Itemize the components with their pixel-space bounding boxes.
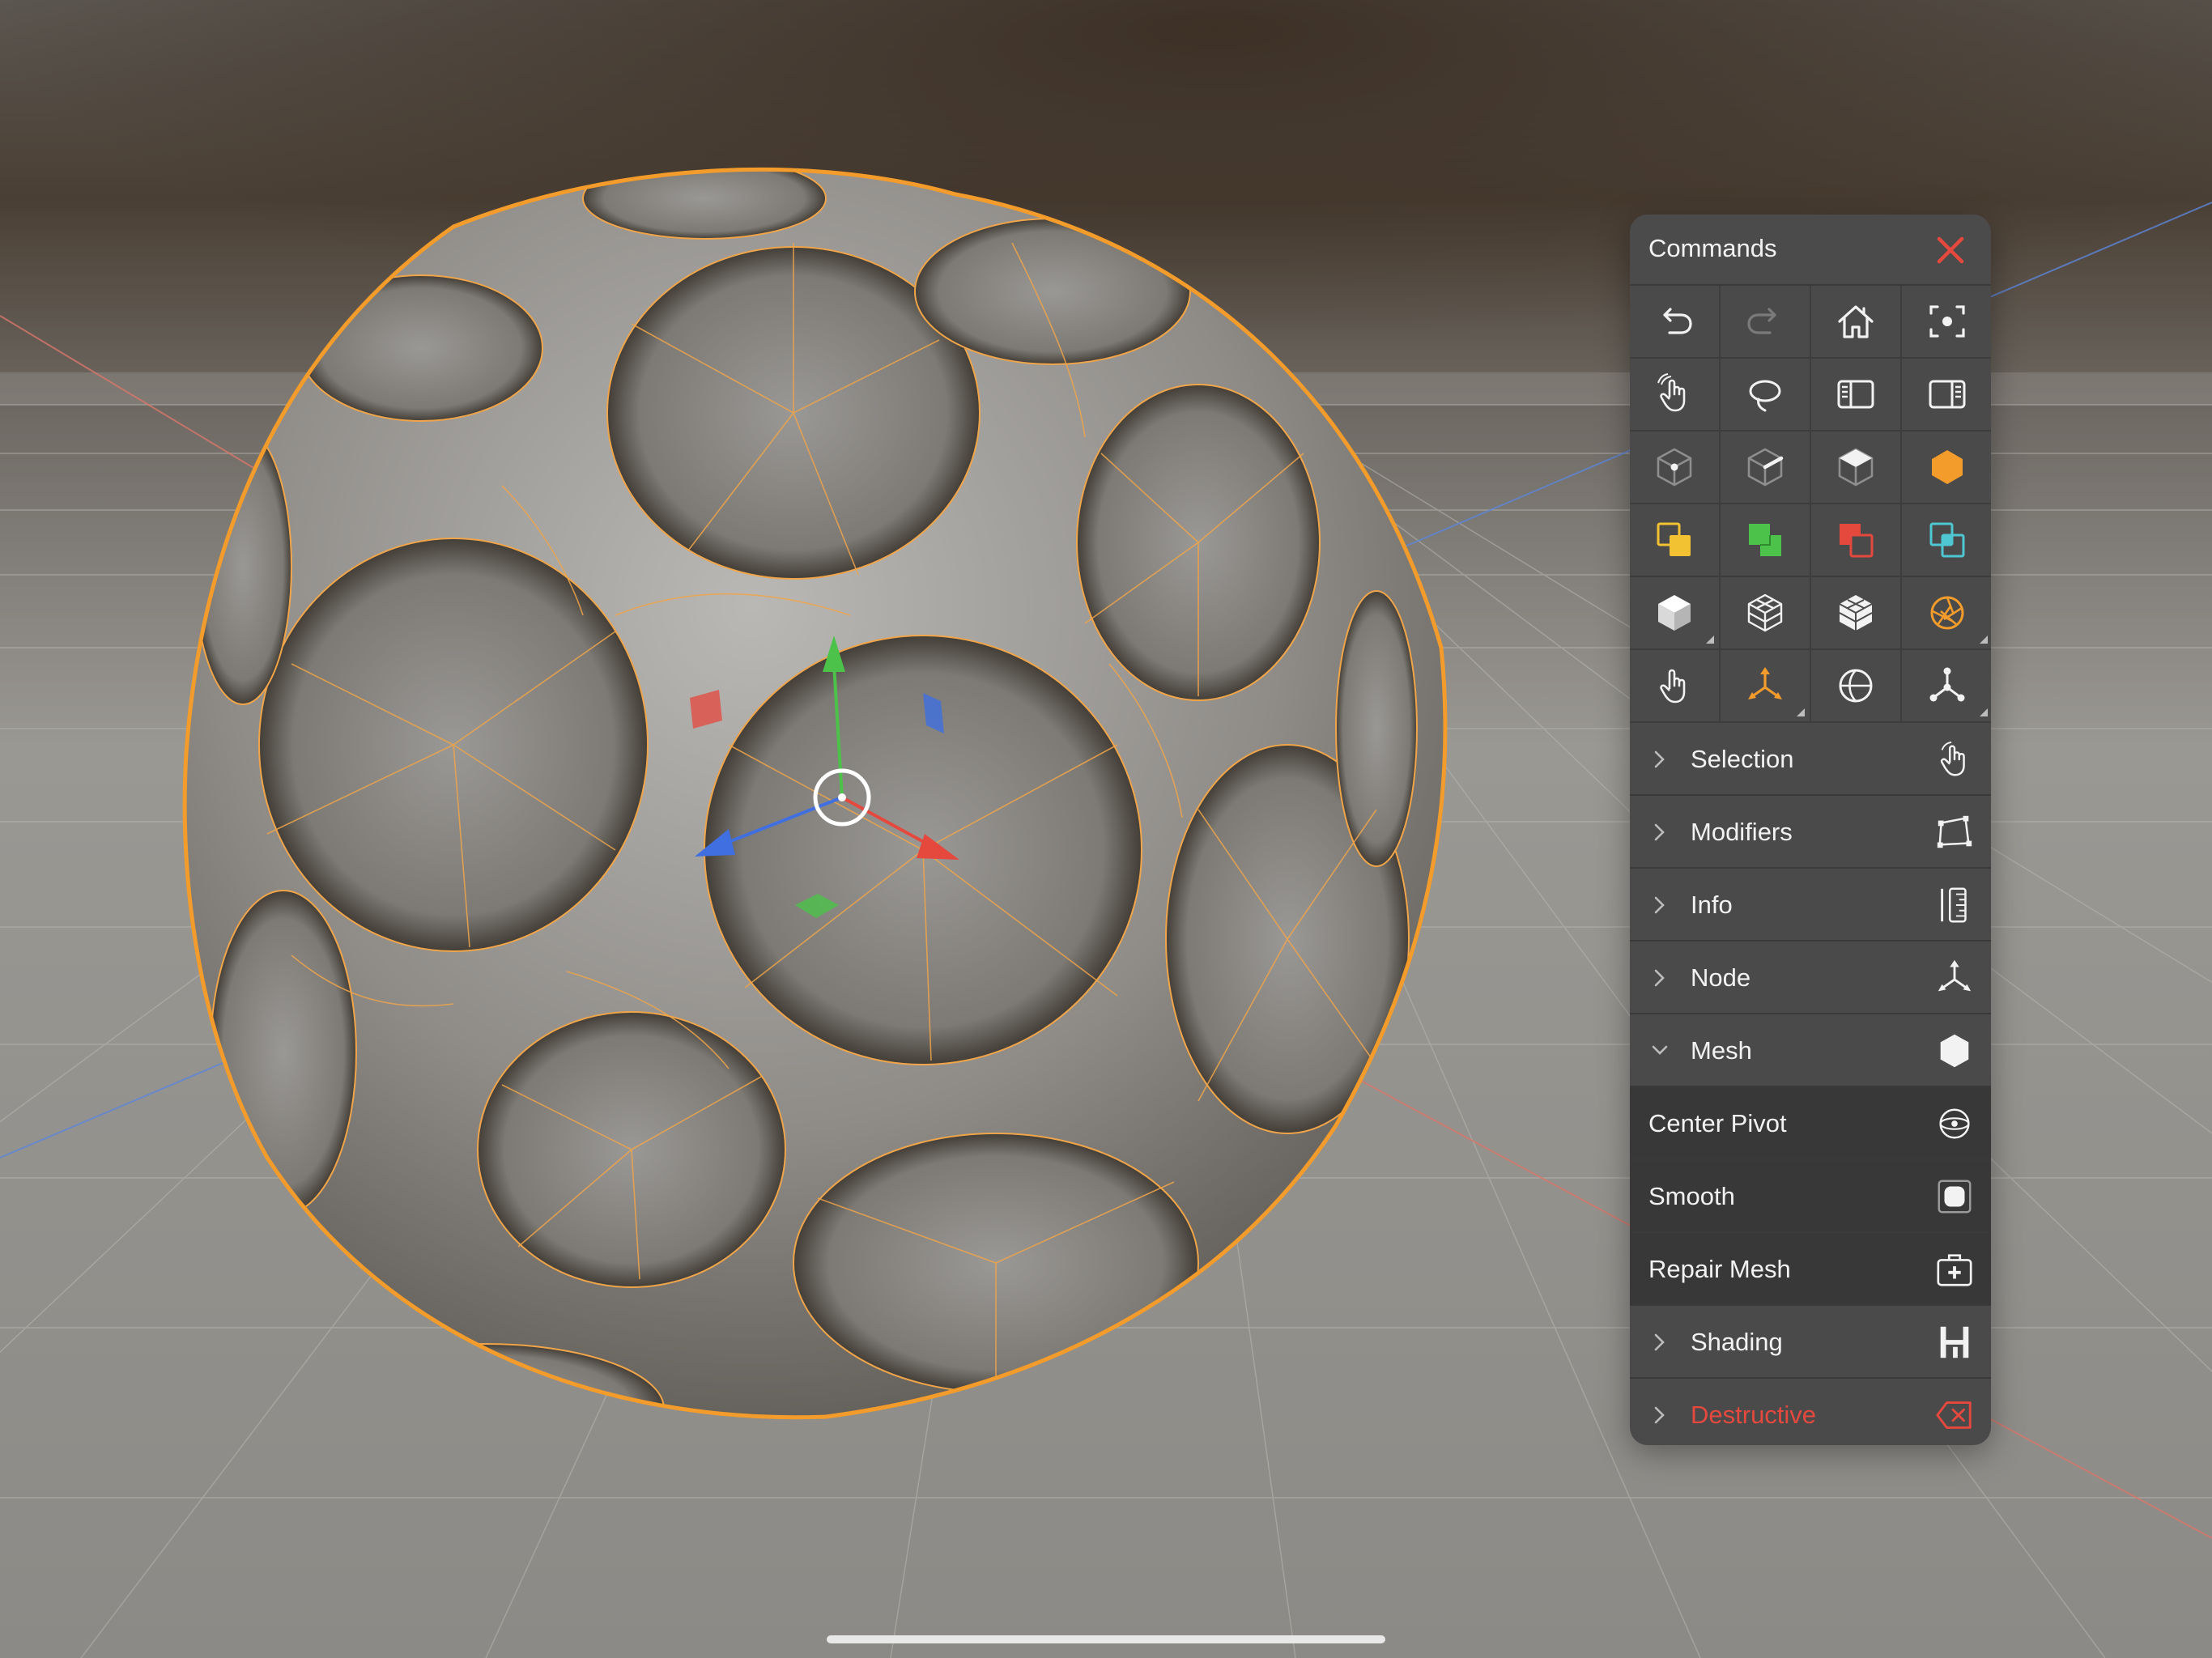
chevron-right-icon (1654, 750, 1665, 768)
section-shading[interactable]: Shading (1630, 1306, 1991, 1379)
touch-select-icon (1940, 741, 1965, 776)
cube-shaded-icon (1839, 595, 1873, 631)
cube-solid-icon (1658, 595, 1691, 631)
modifier-lattice-icon (1937, 815, 1972, 848)
undo-button[interactable] (1630, 286, 1721, 359)
left-panel-icon (1837, 380, 1874, 409)
mesh-item-smooth[interactable]: Smooth (1630, 1160, 1991, 1233)
face-mode-icon (1838, 448, 1874, 487)
face-mode-button[interactable] (1811, 432, 1902, 504)
delete-backspace-icon (1936, 1401, 1972, 1429)
touch-select-icon (1657, 373, 1686, 412)
chevron-right-icon (1654, 969, 1665, 987)
close-icon[interactable] (1931, 231, 1970, 270)
home-view-button[interactable] (1811, 286, 1902, 359)
shaded-cube-button[interactable] (1811, 577, 1902, 650)
vertex-mode-icon (1657, 448, 1692, 487)
world-space-button[interactable] (1811, 650, 1902, 723)
cube-wire-icon (1747, 593, 1783, 632)
left-panel-button[interactable] (1811, 359, 1902, 432)
transform-gizmo-icon (1748, 667, 1782, 699)
section-selection[interactable]: Selection (1630, 723, 1991, 796)
first-aid-kit-icon (1937, 1254, 1972, 1286)
boolean-union-button[interactable] (1630, 504, 1721, 577)
section-label: Selection (1691, 745, 1794, 773)
chevron-right-icon (1654, 1406, 1665, 1424)
command-toolbar-grid (1630, 286, 1991, 723)
node-graph-icon (1929, 667, 1965, 702)
wireframe-cube-button[interactable] (1721, 577, 1811, 650)
center-pivot-icon (1939, 1108, 1970, 1139)
menu-item-label: Smooth (1648, 1182, 1735, 1210)
boolean-union-icon (1657, 522, 1691, 556)
vertex-mode-button[interactable] (1630, 432, 1721, 504)
section-modifiers[interactable]: Modifiers (1630, 796, 1991, 869)
section-label: Modifiers (1691, 818, 1793, 846)
boolean-merge-button[interactable] (1721, 504, 1811, 577)
mesh-item-center-pivot[interactable]: Center Pivot (1630, 1087, 1991, 1160)
boolean-intersect-icon (1929, 522, 1965, 558)
submenu-indicator (1980, 636, 1988, 644)
section-label: Info (1691, 891, 1733, 919)
globe-icon (1839, 669, 1873, 703)
section-label: Shading (1691, 1328, 1783, 1356)
menu-item-label: Repair Mesh (1648, 1255, 1791, 1283)
panel-header: Commands (1630, 215, 1991, 286)
shading-icon (1940, 1326, 1969, 1358)
node-graph-button[interactable] (1902, 650, 1991, 723)
boolean-merge-icon (1749, 524, 1781, 556)
chevron-right-icon (1654, 896, 1665, 914)
smooth-icon (1938, 1180, 1972, 1214)
chevron-down-icon (1652, 1045, 1668, 1055)
redo-button[interactable] (1721, 286, 1811, 359)
ruler-icon (1941, 887, 1967, 923)
boolean-intersect-button[interactable] (1902, 504, 1991, 577)
section-mesh[interactable]: Mesh (1630, 1014, 1991, 1087)
commands-panel: Commands Selection Modifiers Info Node M… (1630, 215, 1991, 1445)
touch-hand-button[interactable] (1630, 650, 1721, 723)
hexagon-icon (1940, 1034, 1969, 1068)
snap-aperture-icon (1930, 596, 1964, 630)
mesh-item-repair-mesh[interactable]: Repair Mesh (1630, 1233, 1991, 1306)
edge-mode-button[interactable] (1721, 432, 1811, 504)
object-mode-icon (1932, 450, 1963, 484)
menu-item-label: Center Pivot (1648, 1109, 1787, 1137)
undo-icon (1663, 308, 1692, 334)
touch-select-button[interactable] (1630, 359, 1721, 432)
transform-tool-button[interactable] (1721, 650, 1811, 723)
add-primitive-button[interactable] (1630, 577, 1721, 650)
axes-icon (1938, 959, 1972, 992)
section-label: Mesh (1691, 1036, 1752, 1065)
section-destructive[interactable]: Destructive (1630, 1379, 1991, 1445)
home-icon (1838, 305, 1874, 338)
lasso-select-button[interactable] (1721, 359, 1811, 432)
frame-selection-icon (1929, 305, 1965, 338)
submenu-indicator (1706, 636, 1714, 644)
section-node[interactable]: Node (1630, 942, 1991, 1014)
submenu-indicator (1980, 708, 1988, 716)
redo-icon (1747, 308, 1776, 334)
right-panel-button[interactable] (1902, 359, 1991, 432)
boolean-subtract-icon (1840, 524, 1874, 558)
panel-title: Commands (1648, 234, 1777, 262)
frame-selection-button[interactable] (1902, 286, 1991, 359)
right-panel-icon (1929, 380, 1966, 409)
section-label: Destructive (1691, 1401, 1817, 1429)
home-indicator[interactable] (827, 1635, 1385, 1643)
chevron-right-icon (1654, 823, 1665, 841)
lasso-icon (1749, 380, 1781, 412)
chevron-right-icon (1654, 1333, 1665, 1351)
section-info[interactable]: Info (1630, 869, 1991, 942)
submenu-indicator (1797, 708, 1805, 716)
boolean-subtract-button[interactable] (1811, 504, 1902, 577)
object-mode-button[interactable] (1902, 432, 1991, 504)
section-label: Node (1691, 963, 1751, 992)
snap-button[interactable] (1902, 577, 1991, 650)
touch-hand-icon (1660, 669, 1686, 704)
edge-mode-icon (1747, 448, 1784, 487)
